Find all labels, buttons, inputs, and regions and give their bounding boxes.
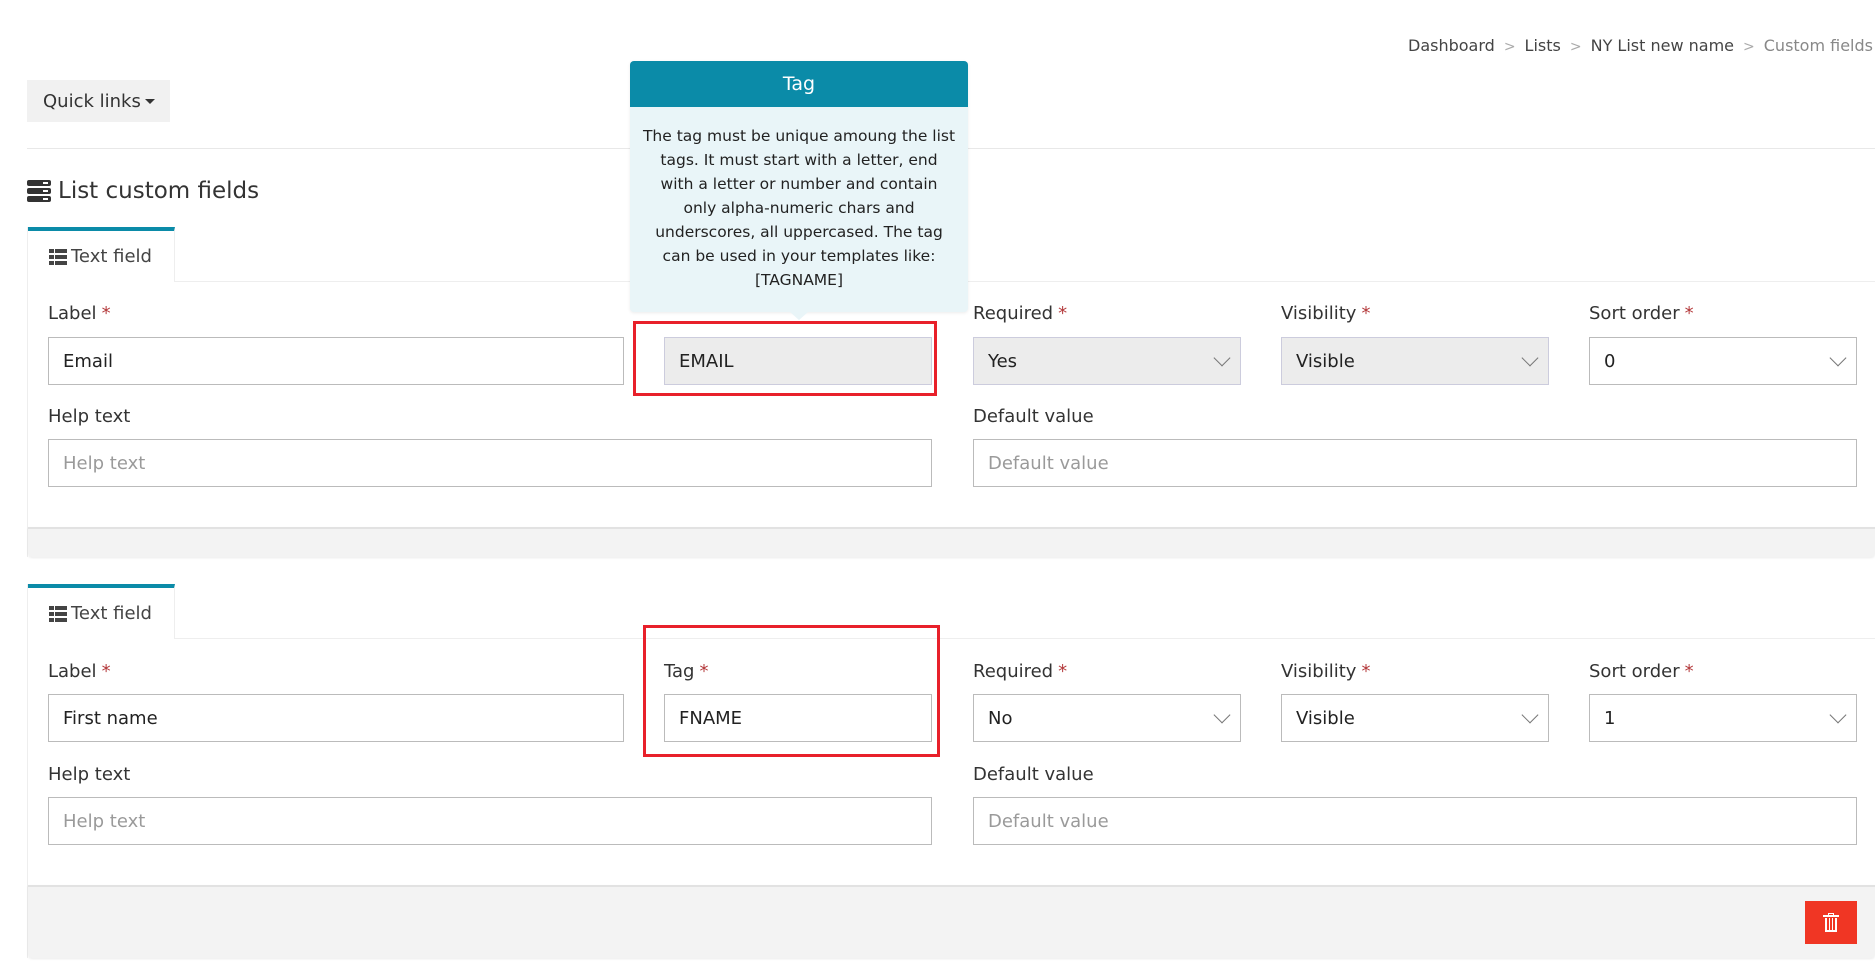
breadcrumb-separator: > (1743, 39, 1755, 55)
tag-field-label: Tag * (664, 661, 709, 682)
breadcrumb: Dashboard > Lists > NY List new name > Custom … (1408, 36, 1873, 55)
breadcrumb-current: Custom fields (1763, 36, 1873, 55)
default-value-field-label: Default value (973, 406, 1094, 427)
panel-footer (28, 885, 1875, 958)
page-title-text: List custom fields (58, 178, 260, 204)
sort-order-field-label: Sort order * (1589, 661, 1694, 682)
page-title: List custom fields (27, 178, 259, 204)
required-field-label: Required * (973, 661, 1068, 682)
tab-text-field[interactable]: Text field (28, 227, 175, 282)
default-value-field-label: Default value (973, 764, 1094, 785)
help-text-input[interactable]: Help text (48, 439, 932, 487)
breadcrumb-list-name[interactable]: NY List new name (1591, 36, 1734, 55)
tooltip-arrow (790, 312, 808, 320)
tooltip-title: Tag (630, 61, 968, 107)
help-text-field-label: Help text (48, 406, 131, 427)
visibility-select[interactable]: Visible (1281, 337, 1549, 385)
chevron-down-icon (1213, 349, 1231, 367)
breadcrumb-lists[interactable]: Lists (1525, 36, 1561, 55)
tab-divider (175, 638, 1875, 639)
chevron-down-icon (1213, 706, 1231, 724)
label-field-label: Label * (48, 661, 111, 682)
required-select[interactable]: Yes (973, 337, 1241, 385)
visibility-field-label: Visibility * (1281, 661, 1371, 682)
tab-text-field[interactable]: Text field (28, 584, 175, 639)
chevron-down-icon (1829, 349, 1847, 367)
help-text-field-label: Help text (48, 764, 131, 785)
chevron-down-icon (1521, 706, 1539, 724)
required-field-label: Required * (973, 303, 1068, 324)
tag-tooltip: Tag The tag must be unique amoung the li… (630, 61, 968, 320)
sort-order-select[interactable]: 0 (1589, 337, 1857, 385)
trash-icon (1823, 913, 1839, 932)
sort-order-select[interactable]: 1 (1589, 694, 1857, 742)
default-value-input[interactable]: Default value (973, 797, 1857, 845)
custom-field-panel: Text field (27, 584, 1875, 958)
breadcrumb-separator: > (1569, 39, 1582, 55)
delete-field-button[interactable] (1805, 901, 1857, 944)
panel-footer (28, 527, 1875, 557)
quick-links-button[interactable]: Quick links (27, 80, 170, 122)
chevron-down-icon (1521, 349, 1539, 367)
list-icon (49, 248, 67, 265)
visibility-field-label: Visibility * (1281, 303, 1371, 324)
caret-down-icon (144, 99, 155, 104)
label-input[interactable]: First name (48, 694, 624, 742)
tag-input[interactable]: FNAME (664, 694, 932, 742)
list-icon (49, 605, 67, 622)
default-value-input[interactable]: Default value (973, 439, 1857, 487)
sort-order-field-label: Sort order * (1589, 303, 1694, 324)
tab-label: Text field (71, 603, 152, 624)
label-input[interactable]: Email (48, 337, 624, 385)
tooltip-body: The tag must be unique amoung the list t… (642, 127, 956, 289)
visibility-select[interactable]: Visible (1281, 694, 1549, 742)
tab-divider (175, 281, 1875, 282)
breadcrumb-dashboard[interactable]: Dashboard (1408, 36, 1495, 55)
tag-input[interactable]: EMAIL (664, 337, 932, 385)
breadcrumb-separator: > (1503, 39, 1516, 55)
quick-links-label: Quick links (43, 90, 141, 112)
tab-label: Text field (71, 246, 152, 267)
help-text-input[interactable]: Help text (48, 797, 932, 845)
required-marker: * (101, 303, 111, 324)
label-field-label: Label * (48, 303, 111, 324)
required-select[interactable]: No (973, 694, 1241, 742)
database-icon (27, 180, 51, 202)
chevron-down-icon (1829, 706, 1847, 724)
